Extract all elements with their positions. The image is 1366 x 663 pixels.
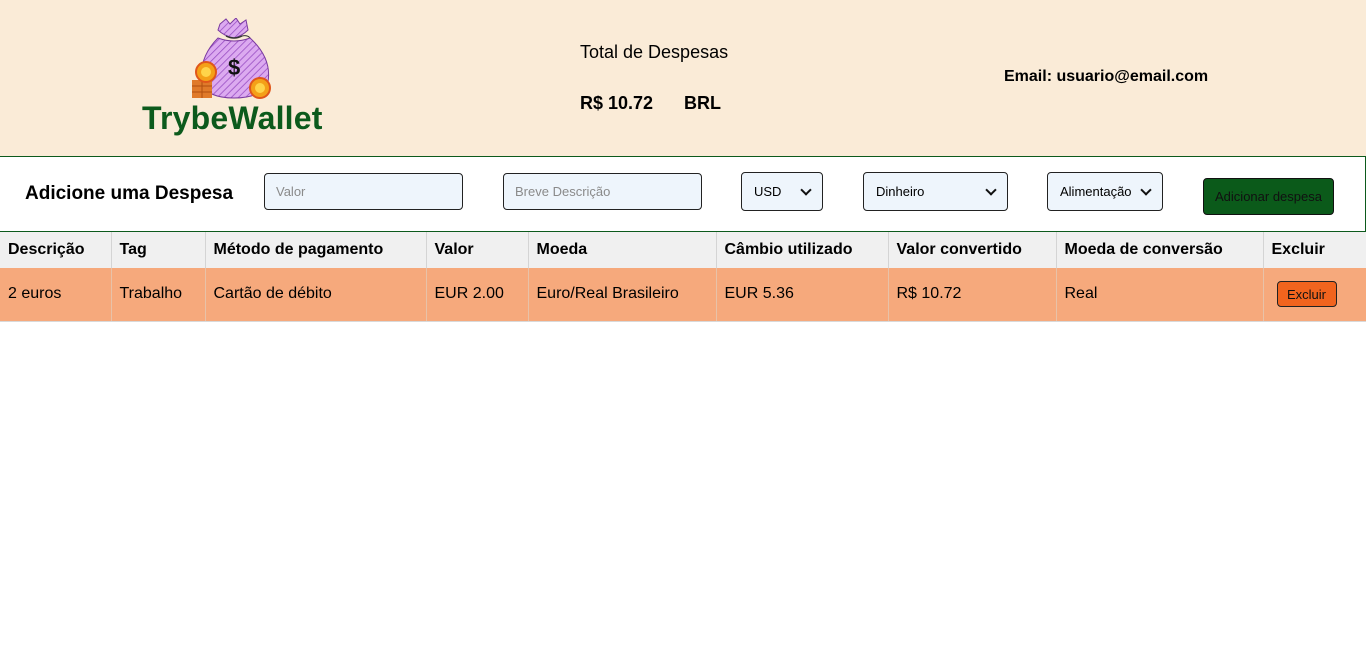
- expense-form: Adicione uma Despesa USD Dinheiro Alimen…: [0, 156, 1366, 232]
- form-title: Adicione uma Despesa: [25, 183, 234, 204]
- cell-converted: R$ 10.72: [888, 268, 1057, 322]
- logo: $ TrybeWallet: [142, 18, 322, 136]
- add-expense-button[interactable]: Adicionar despesa: [1203, 178, 1334, 215]
- svg-text:$: $: [228, 55, 240, 80]
- cell-currency: Euro/Real Brasileiro: [528, 268, 717, 322]
- delete-button[interactable]: Excluir: [1276, 281, 1337, 308]
- tag-select-value: Alimentação: [1060, 184, 1132, 199]
- total-currency: BRL: [684, 93, 721, 113]
- cell-tag: Trabalho: [111, 268, 206, 322]
- expenses-table: Descrição Tag Método de pagamento Valor …: [0, 232, 1366, 322]
- column-header: Moeda de conversão: [1056, 232, 1264, 268]
- chevron-down-icon: [985, 183, 997, 196]
- cell-delete: Excluir: [1263, 268, 1366, 322]
- brand-title: TrybeWallet: [142, 100, 323, 136]
- total-value: R$ 10.72: [580, 93, 654, 113]
- column-header: Câmbio utilizado: [716, 232, 889, 268]
- table-row: 2 euros Trabalho Cartão de débito EUR 2.…: [0, 268, 1366, 322]
- column-header: Excluir: [1263, 232, 1366, 268]
- total-label: Total de Despesas: [580, 42, 729, 62]
- tag-select[interactable]: Alimentação: [1047, 172, 1163, 211]
- header: $ TrybeWallet Total de Despesas R$ 10.72…: [0, 0, 1366, 156]
- value-input[interactable]: [264, 173, 463, 210]
- currency-select[interactable]: USD: [741, 172, 823, 211]
- payment-method-select[interactable]: Dinheiro: [863, 172, 1008, 211]
- table-header-row: Descrição Tag Método de pagamento Valor …: [0, 232, 1366, 268]
- payment-method-select-value: Dinheiro: [876, 184, 925, 199]
- currency-select-value: USD: [754, 184, 782, 199]
- chevron-down-icon: [1140, 183, 1152, 196]
- cell-description: 2 euros: [0, 268, 112, 322]
- column-header: Descrição: [0, 232, 112, 268]
- money-bag-icon: $: [192, 18, 271, 99]
- cell-conversion-currency: Real: [1056, 268, 1264, 322]
- description-input[interactable]: [503, 173, 702, 210]
- column-header: Tag: [111, 232, 206, 268]
- user-email: Email: usuario@email.com: [1004, 68, 1209, 85]
- cell-exchange: EUR 5.36: [716, 268, 889, 322]
- column-header: Valor convertido: [888, 232, 1057, 268]
- chevron-down-icon: [800, 183, 812, 196]
- cell-method: Cartão de débito: [205, 268, 427, 322]
- column-header: Valor: [426, 232, 529, 268]
- column-header: Moeda: [528, 232, 717, 268]
- column-header: Método de pagamento: [205, 232, 427, 268]
- cell-value: EUR 2.00: [426, 268, 529, 322]
